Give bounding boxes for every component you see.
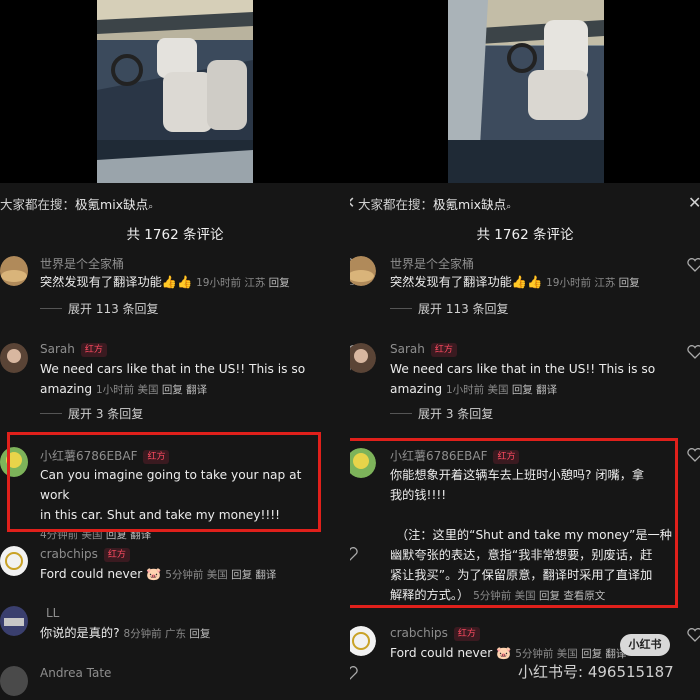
search-keyword[interactable]: 极氪mix缺点 [433, 197, 506, 212]
pig-emoji: 🐷 [146, 567, 162, 581]
comment-username[interactable]: LL [46, 606, 59, 620]
heart-icon[interactable] [687, 345, 700, 359]
comment-text: 突然发现有了翻译功能👍👍 19小时前 江苏 回复 [390, 275, 640, 289]
reply-button[interactable]: 回复 [512, 384, 533, 396]
avatar[interactable] [350, 343, 376, 373]
right-screenshot: ✕ ✕ 大家都在搜：极氪mix缺点⌕ 共 1762 条评论 175 15 世界是… [350, 0, 700, 700]
translate-button[interactable]: 翻译 [536, 384, 557, 396]
thumbs-up-emoji: 👍👍 [511, 275, 543, 289]
xiaohongshu-logo: 小红书 [620, 634, 670, 656]
car-photo [0, 0, 350, 183]
comment-username[interactable]: crabchips 红方 [40, 547, 130, 562]
avatar[interactable] [0, 256, 28, 286]
avatar[interactable] [0, 546, 28, 576]
left-screenshot: 大家都在搜：极氪mix缺点⌕ 共 1762 条评论 世界是个全家桶 突然发现有了… [0, 0, 350, 700]
watermark-text: 小红书号: 496515187 [518, 663, 674, 681]
comment-username[interactable]: 世界是个全家桶 [390, 255, 474, 272]
comment-text: 你说的是真的? 8分钟前 广东 回复 [40, 626, 211, 640]
user-tag: 红方 [103, 548, 130, 562]
user-tag: 红方 [430, 343, 457, 357]
search-icon: ⌕ [506, 202, 512, 212]
search-prefix: 大家都在搜： [0, 197, 76, 212]
expand-replies-button[interactable]: 展开 3 条回复 [390, 405, 493, 422]
comment-username[interactable]: Sarah 红方 [40, 342, 107, 357]
car-interior-image [448, 0, 604, 183]
user-tag: 红方 [80, 343, 107, 357]
avatar[interactable] [350, 256, 376, 286]
close-icon[interactable]: ✕ [350, 193, 355, 212]
search-suggestion[interactable]: 大家都在搜：极氪mix缺点⌕ [0, 194, 350, 214]
search-icon: ⌕ [148, 202, 154, 212]
comment-username[interactable]: Sarah 红方 [390, 342, 457, 357]
heart-icon[interactable] [687, 448, 700, 462]
reply-button[interactable]: 回复 [269, 277, 290, 289]
avatar[interactable] [0, 606, 28, 636]
expand-replies-button[interactable]: 展开 113 条回复 [40, 300, 159, 317]
thumbs-up-emoji: 👍👍 [161, 275, 193, 289]
avatar[interactable] [350, 626, 376, 656]
avatar[interactable] [0, 666, 28, 696]
comment-text: Ford could never 🐷 5分钟前 美国 回复 翻译 [40, 567, 277, 581]
reply-button[interactable]: 回复 [581, 648, 602, 660]
heart-icon[interactable] [350, 666, 358, 680]
heart-icon[interactable] [687, 628, 700, 642]
comment-username[interactable]: 世界是个全家桶 [40, 255, 124, 272]
pig-emoji: 🐷 [496, 646, 512, 660]
reply-button[interactable]: 回复 [619, 277, 640, 289]
expand-replies-button[interactable]: 展开 113 条回复 [390, 300, 509, 317]
comment-username[interactable]: crabchips 红方 [390, 626, 480, 641]
highlight-box [7, 432, 321, 532]
translate-button[interactable]: 翻译 [255, 569, 276, 581]
comment-text: We need cars like that in the US!! This … [40, 362, 306, 396]
heart-icon[interactable] [687, 258, 700, 272]
highlight-box [350, 438, 678, 608]
reply-button[interactable]: 回复 [162, 384, 183, 396]
search-keyword[interactable]: 极氪mix缺点 [75, 197, 148, 212]
search-suggestion[interactable]: 大家都在搜：极氪mix缺点⌕ [358, 194, 700, 214]
comment-text: We need cars like that in the US!! This … [390, 362, 656, 396]
comment-count: 共 1762 条评论 [476, 227, 574, 243]
expand-replies-button[interactable]: 展开 3 条回复 [40, 405, 143, 422]
reply-button[interactable]: 回复 [189, 628, 210, 640]
translate-button[interactable]: 翻译 [186, 384, 207, 396]
comment-text: 突然发现有了翻译功能👍👍 19小时前 江苏 回复 [40, 275, 290, 289]
user-tag: 红方 [453, 627, 480, 641]
reply-button[interactable]: 回复 [231, 569, 252, 581]
car-interior-image [97, 0, 253, 183]
search-prefix: 大家都在搜： [358, 197, 434, 212]
comment-count: 共 1762 条评论 [126, 227, 224, 243]
car-photo [350, 0, 700, 183]
comment-username[interactable]: Andrea Tate [40, 666, 111, 680]
avatar[interactable] [0, 343, 28, 373]
